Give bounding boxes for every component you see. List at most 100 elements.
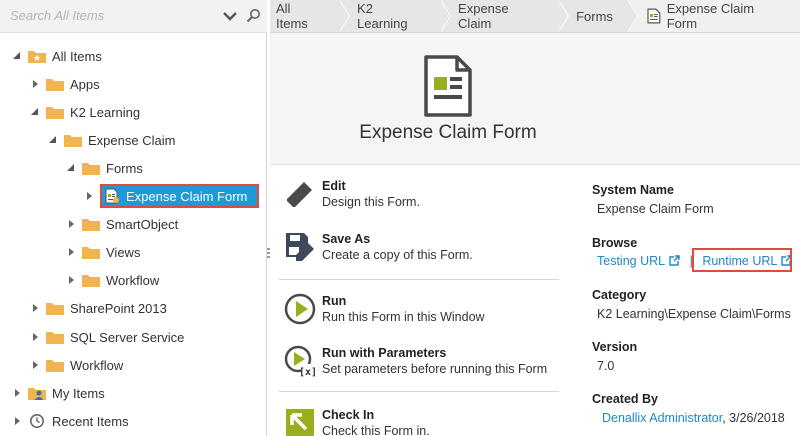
action-title: Run	[322, 294, 347, 308]
collapsed-arrow-icon[interactable]	[30, 79, 40, 89]
action-description: Set parameters before running this Form	[322, 362, 548, 376]
panel-resize-handle[interactable]	[267, 248, 270, 260]
save-as-icon	[286, 233, 314, 261]
folder-icon	[82, 247, 100, 259]
form-icon	[105, 188, 119, 204]
save-as-action[interactable]: Save As Create a copy of this Form.	[284, 231, 473, 271]
item-header: Expense Claim Form	[270, 33, 800, 165]
tree-item-label: Expense Claim	[88, 132, 176, 148]
form-large-icon	[424, 55, 472, 117]
collapsed-arrow-icon[interactable]	[12, 388, 22, 398]
tree-item-sql-server-service[interactable]: SQL Server Service	[30, 325, 184, 349]
collapsed-arrow-icon[interactable]	[12, 416, 22, 426]
folder-icon	[46, 360, 64, 372]
tree-item-expense-claim-form[interactable]: Expense Claim Form	[100, 184, 260, 208]
tree-item-workflow-nested[interactable]: Workflow	[66, 268, 159, 292]
collapsed-arrow-icon[interactable]	[30, 332, 40, 342]
collapsed-arrow-icon[interactable]	[30, 360, 40, 370]
action-title: Run with Parameters	[322, 346, 447, 360]
action-title: Save As	[322, 232, 371, 246]
folder-icon	[46, 79, 64, 91]
breadcrumb-all-items[interactable]: All Items	[270, 0, 351, 32]
category-value: K2 Learning\Expense Claim\Forms	[597, 307, 791, 321]
tree-item-label: My Items	[52, 385, 105, 401]
tree-item-k2-learning[interactable]: K2 Learning	[30, 100, 140, 124]
run-with-parameters-action[interactable]: [x] Run with Parameters Set parameters b…	[284, 345, 547, 385]
chevron-down-icon[interactable]	[222, 8, 238, 24]
collapsed-arrow-icon[interactable]	[84, 191, 94, 201]
folder-icon	[82, 275, 100, 287]
folder-icon	[46, 303, 64, 315]
search-icon[interactable]	[246, 8, 262, 24]
tree-item-expense-claim-form-row[interactable]: Expense Claim Form	[84, 184, 260, 208]
external-link-icon	[669, 255, 680, 266]
expanded-arrow-icon[interactable]	[66, 163, 76, 173]
collapsed-arrow-icon[interactable]	[66, 247, 76, 257]
item-title: Expense Claim Form	[359, 122, 537, 143]
form-icon	[647, 8, 661, 24]
action-title: Edit	[322, 179, 346, 193]
tree-item-views[interactable]: Views	[66, 240, 140, 264]
search-bar: Search All Items	[0, 0, 267, 33]
collapsed-arrow-icon[interactable]	[66, 275, 76, 285]
tree-item-expense-claim[interactable]: Expense Claim	[48, 128, 175, 152]
tree-item-label: All Items	[52, 48, 102, 64]
tree-item-label: SQL Server Service	[70, 329, 185, 345]
tree-item-label: SharePoint 2013	[70, 300, 167, 316]
edit-action[interactable]: Edit Design this Form.	[284, 178, 420, 218]
breadcrumb-k2-learning[interactable]: K2 Learning	[339, 0, 452, 32]
svg-text:[x]: [x]	[299, 367, 316, 377]
version-label: Version	[592, 340, 638, 354]
folder-icon	[64, 135, 82, 147]
navigation-panel: Search All Items All Items Apps K2 Learn…	[0, 0, 267, 436]
system-name-label: System Name	[592, 183, 674, 197]
tree-item-recent-items[interactable]: Recent Items	[12, 409, 129, 433]
collapsed-arrow-icon[interactable]	[30, 303, 40, 313]
tree-item-label: Apps	[70, 76, 100, 92]
run-action[interactable]: Run Run this Form in this Window	[284, 293, 485, 333]
check-in-icon	[286, 409, 314, 436]
tree-item-forms[interactable]: Forms	[66, 156, 143, 180]
action-description: Design this Form.	[322, 195, 420, 209]
tree-item-label: Workflow	[106, 272, 160, 288]
play-parameters-icon: [x]	[284, 345, 316, 377]
created-by-value: Denallix Administrator, 3/26/2018	[602, 411, 785, 425]
expanded-arrow-icon[interactable]	[30, 107, 40, 117]
tree-item-workflow[interactable]: Workflow	[30, 353, 123, 377]
testing-url-link[interactable]: Testing URL	[597, 254, 680, 268]
action-title: Check In	[322, 408, 375, 422]
pencil-icon	[287, 182, 312, 207]
search-input[interactable]: Search All Items	[10, 8, 104, 23]
user-folder-icon	[28, 388, 46, 400]
clock-icon	[30, 414, 44, 428]
tree-item-my-items[interactable]: My Items	[12, 381, 105, 405]
folder-icon	[82, 219, 100, 231]
action-description: Run this Form in this Window	[322, 310, 485, 324]
divider	[279, 279, 559, 280]
tree-item-apps[interactable]: Apps	[30, 72, 100, 96]
divider	[279, 391, 559, 392]
runtime-url-highlight	[692, 248, 792, 272]
tree-item-sharepoint-2013[interactable]: SharePoint 2013	[30, 296, 167, 320]
breadcrumb-current-label: Expense Claim Form	[666, 1, 755, 31]
collapsed-arrow-icon[interactable]	[66, 219, 76, 229]
created-by-label: Created By	[592, 392, 658, 406]
tree-item-label: Expense Claim Form	[126, 188, 248, 204]
tree-item-all-items[interactable]: All Items	[12, 44, 102, 68]
tree-item-label: Workflow	[70, 357, 124, 373]
breadcrumb-expense-claim[interactable]: Expense Claim	[440, 0, 570, 32]
version-value: 7.0	[597, 359, 615, 373]
created-by-user-link[interactable]: Denallix Administrator	[602, 411, 722, 425]
expanded-arrow-icon[interactable]	[48, 135, 58, 145]
browse-label: Browse	[592, 236, 638, 250]
folder-icon	[46, 107, 64, 119]
expanded-arrow-icon[interactable]	[12, 51, 22, 61]
tree-item-smartobject[interactable]: SmartObject	[66, 212, 178, 236]
tree-item-label: K2 Learning	[70, 104, 141, 120]
breadcrumb-current: Expense Claim Form	[627, 0, 800, 32]
tree-item-label: SmartObject	[106, 216, 179, 232]
created-date: , 3/26/2018	[722, 411, 785, 425]
all-items-folder-icon	[28, 51, 46, 63]
folder-icon	[82, 163, 100, 175]
check-in-action[interactable]: Check In Check this Form in.	[284, 407, 430, 436]
